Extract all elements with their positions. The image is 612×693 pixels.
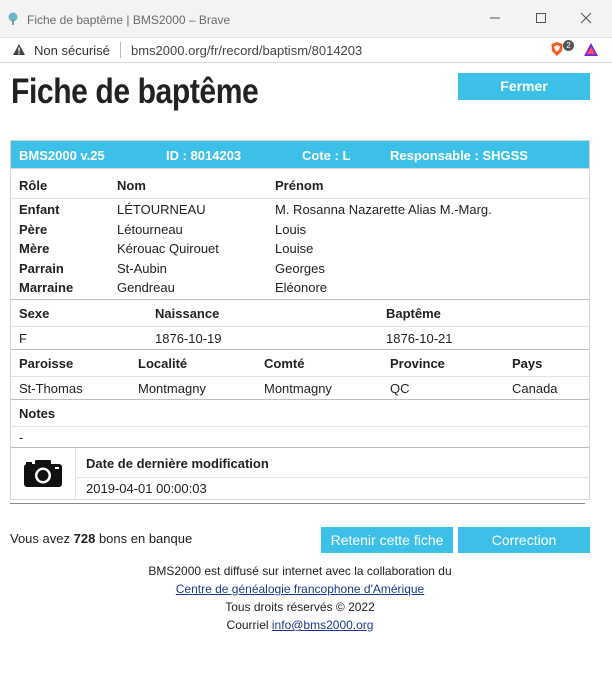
place-section: Paroisse Localité Comté Province Pays St…: [11, 349, 589, 399]
people-nom: Gendreau: [117, 280, 175, 295]
brave-rewards-icon[interactable]: [583, 42, 599, 57]
col-pays: Pays: [512, 356, 543, 371]
correction-button[interactable]: Correction: [458, 527, 590, 553]
address-bar[interactable]: Non sécurisé bms2000.org/fr/record/bapti…: [0, 38, 612, 63]
footer-link-row: Centre de généalogie francophone d'Améri…: [0, 582, 600, 596]
address-separator: [120, 42, 121, 58]
camera-icon[interactable]: [22, 457, 64, 489]
notes-value: -: [19, 430, 24, 445]
notes-label: Notes: [19, 406, 56, 421]
people-nom: LÉTOURNEAU: [117, 202, 206, 217]
camera-cell: [11, 448, 76, 499]
col-prenom: Prénom: [275, 178, 324, 193]
divider: [11, 426, 589, 427]
people-role: Mère: [19, 241, 50, 256]
brave-shield-icon[interactable]: [550, 41, 564, 57]
footer-rights: Tous droits réservés © 2022: [225, 600, 375, 614]
people-prenom: Eléonore: [275, 280, 328, 295]
col-naissance: Naissance: [155, 306, 220, 321]
keep-record-button[interactable]: Retenir cette fiche: [321, 527, 453, 553]
app-tree-icon: [8, 12, 18, 25]
footer-text: BMS2000 est diffusé sur internet avec la…: [148, 564, 452, 578]
footer-divider: [10, 503, 585, 504]
people-role: Père: [19, 222, 48, 237]
bank-balance: Vous avez 728 bons en banque: [10, 531, 192, 546]
value-paroisse: St-Thomas: [19, 381, 83, 396]
people-role: Enfant: [19, 202, 60, 217]
modification-label: Date de dernière modification: [86, 456, 269, 471]
value-localite: Montmagny: [138, 381, 206, 396]
record-responsable: Responsable : SHGSS: [390, 148, 528, 163]
maximize-icon[interactable]: [534, 11, 548, 25]
record-version: BMS2000 v.25: [19, 148, 105, 163]
people-prenom: Louis: [275, 222, 307, 237]
value-pays: Canada: [512, 381, 558, 396]
bank-prefix: Vous avez: [10, 531, 70, 546]
vital-section: Sexe Naissance Baptême F 1876-10-19 1876…: [11, 299, 589, 349]
people-nom: St-Aubin: [117, 261, 167, 276]
window-titlebar: Fiche de baptême | BMS2000 – Brave: [0, 0, 612, 38]
mail-link[interactable]: info@bms2000.org: [272, 618, 374, 632]
minimize-icon[interactable]: [488, 11, 502, 25]
col-bapteme: Baptême: [386, 306, 441, 321]
col-comte: Comté: [264, 356, 305, 371]
col-paroisse: Paroisse: [19, 356, 74, 371]
value-comte: Montmagny: [264, 381, 332, 396]
mail-label: Courriel: [226, 618, 269, 632]
bank-suffix: bons en banque: [98, 531, 193, 546]
modification-date: 2019-04-01 00:00:03: [86, 481, 207, 496]
col-role: Rôle: [19, 178, 48, 193]
value-sexe: F: [19, 331, 27, 346]
divider: [11, 198, 589, 199]
divider: [11, 326, 589, 327]
record-id: ID : 8014203: [166, 148, 242, 163]
footer-mail-row: Courriel info@bms2000.org: [0, 618, 600, 632]
notes-section: Notes -: [11, 399, 589, 447]
divider: [77, 477, 589, 478]
warning-icon[interactable]: [12, 43, 26, 56]
close-button[interactable]: Fermer: [458, 73, 590, 100]
cgfa-link[interactable]: Centre de généalogie francophone d'Améri…: [176, 582, 424, 596]
record-card: BMS2000 v.25 ID : 8014203 Cote : L Respo…: [10, 140, 590, 500]
people-prenom: Georges: [275, 261, 325, 276]
people-nom: Kérouac Quirouet: [117, 241, 219, 256]
people-section: Rôle Nom Prénom Enfant LÉTOURNEAU M. Ros…: [11, 168, 589, 299]
window-title: Fiche de baptême | BMS2000 – Brave: [27, 13, 231, 27]
value-naissance: 1876-10-19: [155, 331, 222, 346]
shield-count-badge: 2: [563, 40, 574, 51]
col-province: Province: [390, 356, 445, 371]
value-province: QC: [390, 381, 410, 396]
col-nom: Nom: [117, 178, 146, 193]
bank-count: 728: [73, 531, 96, 546]
modification-section: Date de dernière modification 2019-04-01…: [11, 447, 589, 499]
page-title: Fiche de baptême: [11, 72, 259, 111]
people-nom: Létourneau: [117, 222, 183, 237]
record-cote: Cote : L: [302, 148, 351, 163]
col-localite: Localité: [138, 356, 188, 371]
url-text[interactable]: bms2000.org/fr/record/baptism/8014203: [131, 43, 362, 58]
security-status[interactable]: Non sécurisé: [34, 43, 110, 58]
close-window-icon[interactable]: [579, 11, 593, 25]
divider: [11, 376, 589, 377]
value-bapteme: 1876-10-21: [386, 331, 453, 346]
people-prenom: Louise: [275, 241, 314, 256]
col-sexe: Sexe: [19, 306, 50, 321]
scrollbar[interactable]: [604, 64, 612, 693]
people-role: Marraine: [19, 280, 74, 295]
people-role: Parrain: [19, 261, 64, 276]
record-header: BMS2000 v.25 ID : 8014203 Cote : L Respo…: [11, 141, 589, 168]
people-prenom: M. Rosanna Nazarette Alias M.-Marg.: [275, 202, 492, 217]
